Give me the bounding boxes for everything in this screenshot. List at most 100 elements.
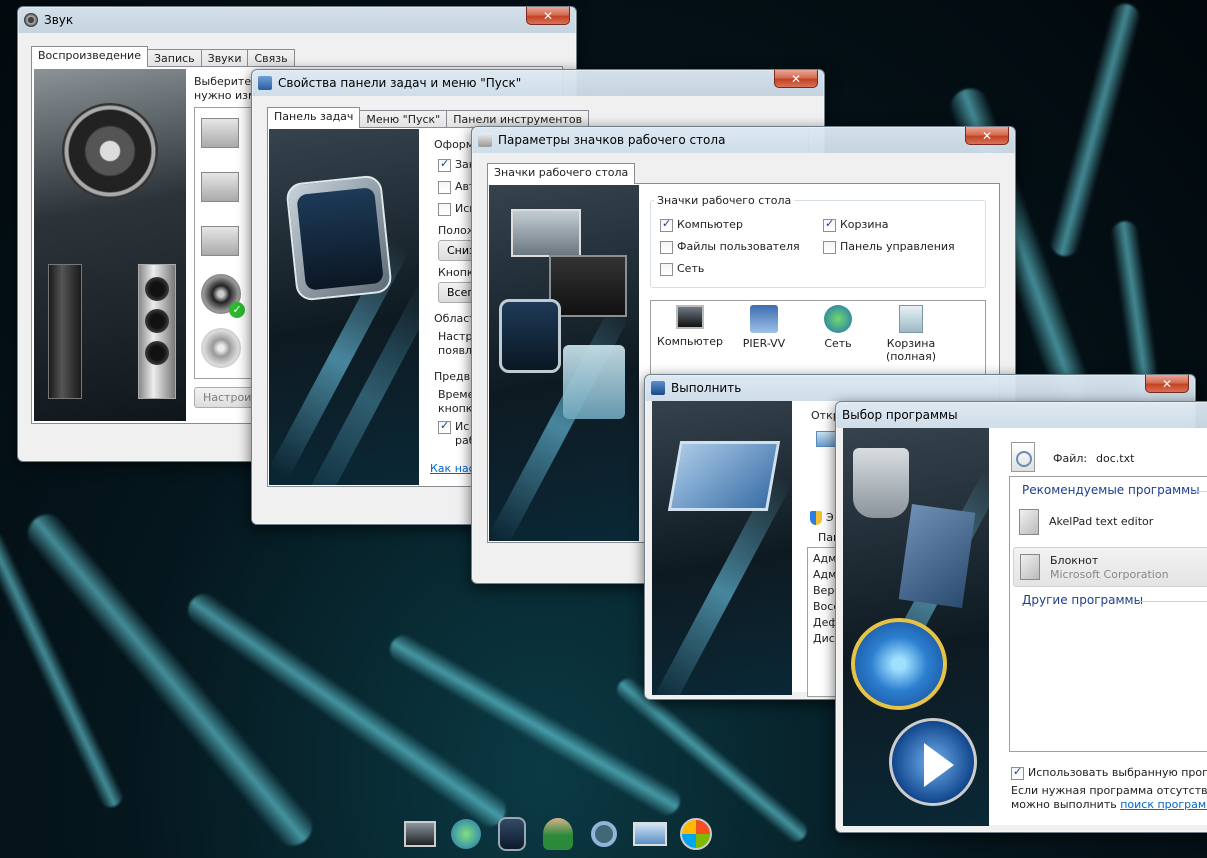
close-button[interactable]: ✕: [1145, 375, 1189, 393]
icons-title: Параметры значков рабочего стола: [498, 133, 726, 147]
run-titlebar[interactable]: Выполнить ✕: [645, 375, 1195, 401]
footer-text-2: можно выполнить поиск программы в И: [1011, 798, 1207, 811]
taskbar-side-art: [269, 129, 419, 485]
icons-side-art: [489, 185, 639, 541]
run-icon: [651, 381, 665, 395]
gadget-art-icon: [499, 299, 561, 373]
tower-speaker-icon-2: [138, 264, 176, 399]
checkbox[interactable]: [438, 157, 451, 172]
icon-preview-list[interactable]: Компьютер PIER-VV Сеть Корзина (полная): [650, 300, 986, 380]
tab-sounds[interactable]: Звуки: [200, 49, 249, 67]
checkbox[interactable]: [1011, 765, 1024, 780]
close-button[interactable]: ✕: [774, 70, 818, 88]
magnifier-icon[interactable]: [584, 814, 624, 854]
globe-network-icon[interactable]: [446, 814, 486, 854]
program-notepad[interactable]: Блокнот Microsoft Corporation: [1013, 547, 1207, 587]
recommended-header: Рекомендуемые программы: [1022, 483, 1200, 497]
check-control-panel[interactable]: Панель управления: [823, 240, 955, 254]
run-side-label-1: Э: [826, 511, 834, 524]
sound-titlebar[interactable]: Звук ✕: [18, 7, 576, 33]
run-title: Выполнить: [671, 381, 742, 395]
tab-playback[interactable]: Воспроизведение: [31, 46, 148, 67]
run-command-icon: [816, 431, 836, 447]
close-button[interactable]: ✕: [526, 7, 570, 25]
search-program-link[interactable]: поиск программы в И: [1120, 798, 1207, 811]
monitor-art-icon: [511, 209, 581, 257]
settings-icon: [478, 133, 492, 147]
footer-text-1: Если нужная программа отсутствует на: [1011, 784, 1207, 797]
computer-icon: [676, 305, 704, 329]
tab-start-menu[interactable]: Меню "Пуск": [359, 110, 448, 128]
open-with-window: Выбор программы Файл: doc.txt Рекомендуе…: [835, 401, 1207, 833]
taskbar-check-1[interactable]: Зак: [438, 157, 475, 172]
file-label: Файл:: [1053, 452, 1088, 465]
program-akelpad[interactable]: AkelPad text editor: [1013, 505, 1207, 541]
appearance-group: Оформ: [434, 138, 475, 151]
openwith-side-art: [843, 428, 989, 826]
checkbox[interactable]: [823, 240, 836, 254]
icons-titlebar[interactable]: Параметры значков рабочего стола ✕: [472, 127, 1015, 153]
recycle-art-icon: [563, 345, 625, 419]
other-programs-header: Другие программы: [1022, 593, 1144, 607]
speaker-device-icon-2: [201, 328, 241, 368]
window-icon[interactable]: [630, 814, 670, 854]
checkbox[interactable]: [660, 262, 673, 276]
always-use-check[interactable]: Использовать выбранную программу: [1011, 765, 1207, 780]
tab-communications[interactable]: Связь: [247, 49, 295, 67]
check-user-files[interactable]: Файлы пользователя: [660, 240, 800, 254]
close-button[interactable]: ✕: [965, 127, 1009, 145]
taskbar-title: Свойства панели задач и меню "Пуск": [278, 76, 522, 90]
checkbox[interactable]: [438, 419, 451, 434]
preview-label: Предв: [434, 370, 471, 383]
notepad-icon: [1020, 554, 1040, 580]
ie-icon: [851, 618, 947, 710]
preview-user[interactable]: PIER-VV: [729, 305, 799, 350]
checkbox[interactable]: [823, 217, 836, 232]
openwith-titlebar[interactable]: Выбор программы: [836, 402, 1207, 428]
preview-recycle-bin[interactable]: Корзина (полная): [873, 305, 949, 363]
check-network[interactable]: Сеть: [660, 262, 704, 276]
buttons-label: Кнопк: [438, 266, 474, 279]
sound-title: Звук: [44, 13, 74, 27]
sound-description-1: Выберите: [194, 75, 252, 88]
speaker-icon: [24, 13, 38, 27]
network-icon: [824, 305, 852, 333]
taskbar-icon: [258, 76, 272, 90]
checkbox[interactable]: [438, 202, 451, 216]
checkbox[interactable]: [438, 180, 451, 194]
preview-check[interactable]: Ис: [438, 419, 469, 434]
taskbar-check-2[interactable]: Авт: [438, 180, 475, 194]
check-recycle-bin[interactable]: Корзина: [823, 217, 888, 232]
speaker-large-icon: [62, 103, 158, 199]
tower-speaker-icon: [48, 264, 82, 399]
run-side-art: [652, 401, 792, 695]
users-icon[interactable]: [538, 814, 578, 854]
gadget-icon: [285, 174, 393, 302]
notify-area-label: Област: [434, 312, 476, 325]
sound-description-2: нужно изм: [194, 89, 257, 102]
notebook-icon: [898, 504, 976, 608]
group-title: Значки рабочего стола: [654, 194, 795, 207]
check-computer[interactable]: Компьютер: [660, 217, 743, 232]
magnifier-icon: [1016, 451, 1032, 467]
checkbox[interactable]: [660, 217, 673, 232]
checkbox[interactable]: [660, 240, 673, 254]
dock: [400, 806, 716, 854]
monitor-icon[interactable]: [400, 814, 440, 854]
gadget-icon[interactable]: [492, 814, 532, 854]
monitor-device-icon: [201, 118, 239, 148]
preview-computer[interactable]: Компьютер: [655, 305, 725, 348]
tab-recording[interactable]: Запись: [146, 49, 202, 67]
tab-taskbar[interactable]: Панель задач: [267, 107, 361, 128]
windows-logo-icon[interactable]: [676, 814, 716, 854]
tab-desktop-icons[interactable]: Значки рабочего стола: [487, 163, 636, 184]
taskbar-titlebar[interactable]: Свойства панели задач и меню "Пуск" ✕: [252, 70, 824, 96]
notify-text-2: появл: [438, 344, 473, 357]
program-list[interactable]: Рекомендуемые программы AkelPad text edi…: [1009, 476, 1207, 752]
preview-network[interactable]: Сеть: [803, 305, 873, 350]
run-window-art-icon: [667, 441, 781, 511]
recycle-bin-icon: [899, 305, 923, 333]
file-icon: [1011, 442, 1035, 472]
sound-side-art: [34, 69, 186, 421]
paint-tools-icon: [853, 448, 909, 518]
